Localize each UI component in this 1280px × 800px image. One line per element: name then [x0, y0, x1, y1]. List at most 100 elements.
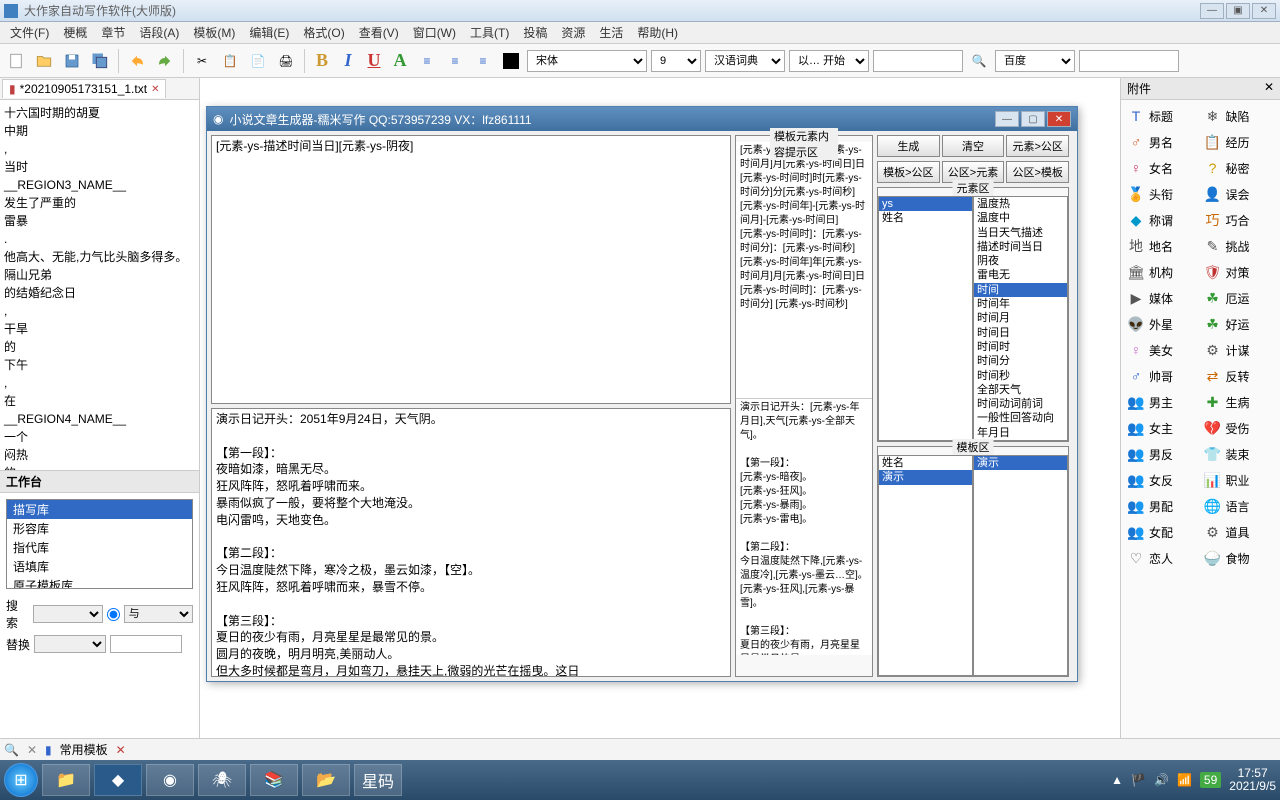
attach-生病[interactable]: ✚生病: [1202, 390, 1277, 414]
menu-文件(F)[interactable]: 文件(F): [4, 22, 55, 43]
search-radio[interactable]: [107, 608, 120, 621]
library-item[interactable]: 指代库: [7, 538, 192, 557]
dlg-btn-公区>模板[interactable]: 公区>模板: [1006, 161, 1069, 183]
list-item[interactable]: 时间动词前词: [974, 397, 1067, 411]
task-app-6[interactable]: 📂: [302, 764, 350, 796]
attach-媒体[interactable]: ▶媒体: [1125, 286, 1200, 310]
search-input[interactable]: [873, 50, 963, 72]
attach-男主[interactable]: 👥男主: [1125, 390, 1200, 414]
list-item[interactable]: 演示: [879, 470, 972, 484]
engine-combo[interactable]: 百度: [995, 50, 1075, 72]
list-item[interactable]: 时间年: [974, 297, 1067, 311]
start-button[interactable]: ⊞: [4, 763, 38, 797]
list-item[interactable]: 时间秒: [974, 369, 1067, 383]
attach-道具[interactable]: ⚙道具: [1202, 520, 1277, 544]
start-combo[interactable]: 以… 开始: [789, 50, 869, 72]
list-item[interactable]: 时间日: [974, 326, 1067, 340]
print-icon[interactable]: 🖨: [274, 49, 298, 73]
list-item[interactable]: 阴夜: [974, 254, 1067, 268]
dlg-btn-元素>公区[interactable]: 元素>公区: [1006, 135, 1069, 157]
color-swatch[interactable]: [499, 49, 523, 73]
dict-combo[interactable]: 汉语词典: [705, 50, 785, 72]
list-item[interactable]: 全部天气: [974, 383, 1067, 397]
attach-女主[interactable]: 👥女主: [1125, 416, 1200, 440]
attach-恋人[interactable]: ♡恋人: [1125, 546, 1200, 570]
undo-icon[interactable]: [125, 49, 149, 73]
menu-窗口(W)[interactable]: 窗口(W): [407, 22, 462, 43]
search-mode[interactable]: 与: [124, 605, 193, 623]
replace-input[interactable]: [110, 635, 182, 653]
replace-field[interactable]: [34, 635, 106, 653]
editor-content[interactable]: 十六国时期的胡夏 中期 , 当时 __REGION3_NAME__ 发生了严重的…: [0, 100, 199, 470]
attach-食物[interactable]: 🍚食物: [1202, 546, 1277, 570]
dlg-close-button[interactable]: ✕: [1047, 111, 1071, 127]
list-item[interactable]: 当日天气描述: [974, 226, 1067, 240]
list-item[interactable]: 时间: [974, 283, 1067, 297]
bold-button[interactable]: B: [311, 50, 333, 71]
attach-挑战[interactable]: ✎挑战: [1202, 234, 1277, 258]
library-list[interactable]: 描写库形容库指代库语填库原子模板库树状描写库: [6, 499, 193, 589]
attach-语言[interactable]: 🌐语言: [1202, 494, 1277, 518]
task-app-7[interactable]: 星码: [354, 764, 402, 796]
font-combo[interactable]: 宋体: [527, 50, 647, 72]
tray-flag-icon[interactable]: 🏴: [1131, 773, 1146, 787]
library-item[interactable]: 原子模板库: [7, 576, 192, 589]
list-item[interactable]: 雷电无: [974, 268, 1067, 282]
attach-男反[interactable]: 👥男反: [1125, 442, 1200, 466]
list-item[interactable]: ys: [879, 197, 972, 211]
list-item[interactable]: 年月日: [974, 426, 1067, 440]
engine-input[interactable]: [1079, 50, 1179, 72]
menu-查看(V)[interactable]: 查看(V): [353, 22, 405, 43]
attach-机构[interactable]: 🏛机构: [1125, 260, 1200, 284]
common-template-tab[interactable]: 常用模板: [60, 741, 108, 758]
attach-女反[interactable]: 👥女反: [1125, 468, 1200, 492]
attach-巧合[interactable]: 巧巧合: [1202, 208, 1277, 232]
tray-battery[interactable]: 59: [1200, 772, 1221, 788]
attach-好运[interactable]: ☘好运: [1202, 312, 1277, 336]
attach-反转[interactable]: ⇄反转: [1202, 364, 1277, 388]
tpl-lists[interactable]: 姓名演示 演示: [878, 455, 1068, 676]
list-item[interactable]: 演示: [974, 456, 1067, 470]
align-center-icon[interactable]: ≡: [443, 49, 467, 73]
align-left-icon[interactable]: ≡: [415, 49, 439, 73]
saveall-icon[interactable]: [88, 49, 112, 73]
attach-close-icon[interactable]: ✕: [1264, 80, 1274, 97]
search-field[interactable]: [33, 605, 102, 623]
attach-帅哥[interactable]: ♂帅哥: [1125, 364, 1200, 388]
paste-icon[interactable]: 📄: [246, 49, 270, 73]
menu-投稿[interactable]: 投稿: [517, 22, 553, 43]
attach-厄运[interactable]: ☘厄运: [1202, 286, 1277, 310]
minimize-button[interactable]: —: [1200, 3, 1224, 19]
dlg-btn-清空[interactable]: 清空: [942, 135, 1005, 157]
menu-语段(A)[interactable]: 语段(A): [133, 22, 185, 43]
attach-男配[interactable]: 👥男配: [1125, 494, 1200, 518]
task-app-4[interactable]: 🕷: [198, 764, 246, 796]
list-item[interactable]: 姓名: [879, 456, 972, 470]
save-icon[interactable]: [60, 49, 84, 73]
dlg-maximize-button[interactable]: ▢: [1021, 111, 1045, 127]
menu-资源[interactable]: 资源: [555, 22, 591, 43]
list-item[interactable]: 温度中: [974, 211, 1067, 225]
list-item[interactable]: 描述时间当日: [974, 240, 1067, 254]
new-icon[interactable]: [4, 49, 28, 73]
attach-头衔[interactable]: 🏅头衔: [1125, 182, 1200, 206]
attach-外星[interactable]: 👽外星: [1125, 312, 1200, 336]
attach-误会[interactable]: 👤误会: [1202, 182, 1277, 206]
fontsize-combo[interactable]: 9: [651, 50, 701, 72]
attach-秘密[interactable]: ?秘密: [1202, 156, 1277, 180]
tray-volume-icon[interactable]: 🔊: [1154, 773, 1169, 787]
attach-受伤[interactable]: 💔受伤: [1202, 416, 1277, 440]
attach-经历[interactable]: 📋经历: [1202, 130, 1277, 154]
dlg-btn-模板>公区[interactable]: 模板>公区: [877, 161, 940, 183]
attach-缺陷[interactable]: ❄缺陷: [1202, 104, 1277, 128]
attach-地名[interactable]: 地地名: [1125, 234, 1200, 258]
task-app-2[interactable]: ◆: [94, 764, 142, 796]
list-item[interactable]: 温度热: [974, 197, 1067, 211]
open-icon[interactable]: [32, 49, 56, 73]
tray-clock[interactable]: 17:57 2021/9/5: [1229, 767, 1276, 793]
font-button[interactable]: A: [389, 50, 411, 71]
menu-模板(M)[interactable]: 模板(M): [187, 22, 241, 43]
tab-close-icon[interactable]: ✕: [116, 743, 126, 757]
attach-女配[interactable]: 👥女配: [1125, 520, 1200, 544]
tray-icon[interactable]: ▲: [1111, 773, 1123, 787]
